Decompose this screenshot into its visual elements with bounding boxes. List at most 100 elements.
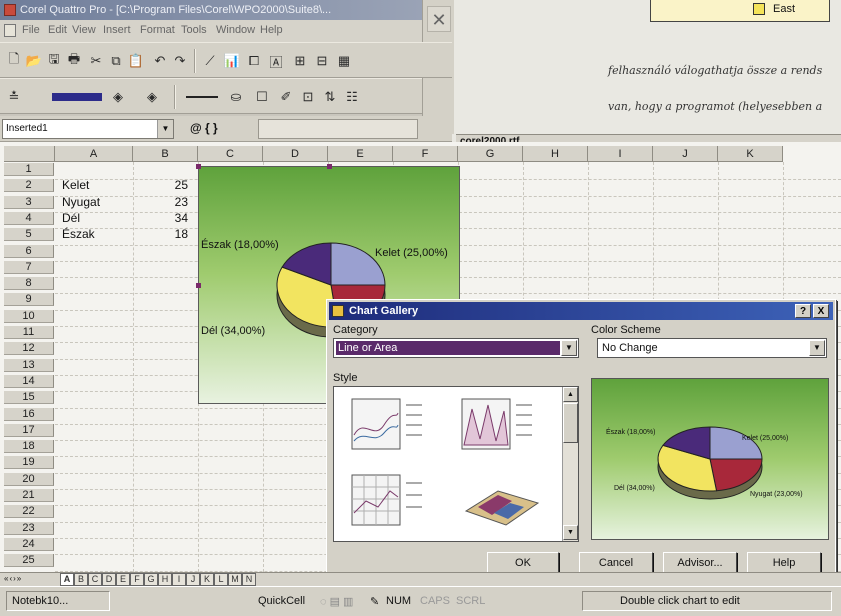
text-box-icon[interactable]: 🄰 (266, 51, 286, 71)
advisor-button[interactable]: Advisor... (663, 552, 737, 574)
sheet-tab[interactable]: A (60, 573, 74, 586)
column-header[interactable]: K (718, 146, 783, 162)
row-header[interactable]: 8 (4, 277, 54, 291)
menu-help[interactable]: Help (260, 24, 283, 36)
sheet-tab[interactable]: K (200, 573, 214, 586)
column-header[interactable]: E (328, 146, 393, 162)
sheet-tab[interactable]: C (88, 573, 102, 586)
column-header[interactable]: I (588, 146, 653, 162)
fill-color-bar[interactable] (52, 93, 102, 101)
paste-icon[interactable]: 📋 (126, 51, 146, 71)
row-header[interactable]: 10 (4, 309, 54, 323)
color-scheme-select[interactable]: No Change ▼ (597, 338, 827, 358)
chevron-down-icon[interactable]: ▼ (561, 340, 577, 356)
cell-value[interactable]: 23 (134, 195, 188, 209)
new-icon[interactable]: 🗋 (4, 51, 24, 71)
draw-icon[interactable]: ⟋ (200, 51, 220, 71)
row-header[interactable]: 17 (4, 423, 54, 437)
row-header[interactable]: 3 (4, 195, 54, 209)
column-header[interactable]: G (458, 146, 523, 162)
fill-pattern-icon[interactable]: ◈ (108, 87, 128, 107)
sheet-tab[interactable]: N (242, 573, 256, 586)
sheet-tab[interactable]: D (102, 573, 116, 586)
sort-icon[interactable]: ⇅ (320, 87, 340, 107)
row-header[interactable]: 9 (4, 293, 54, 307)
help-dialog-button[interactable]: Help (747, 552, 821, 574)
table-icon[interactable]: ⊡ (298, 87, 318, 107)
sheet-tab[interactable]: G (144, 573, 158, 586)
open-icon[interactable]: 📂 (24, 51, 44, 71)
menu-insert[interactable]: Insert (103, 24, 131, 36)
sheet-tab[interactable]: M (228, 573, 242, 586)
style-thumb-grid[interactable] (348, 471, 438, 531)
at-function-icon[interactable]: @ { } (190, 121, 218, 135)
line-style-icon[interactable] (186, 96, 218, 98)
column-header[interactable]: A (55, 146, 133, 162)
menu-view[interactable]: View (72, 24, 96, 36)
redo-icon[interactable]: ↷ (170, 51, 190, 71)
style-thumb-area[interactable] (458, 395, 548, 455)
menu-edit[interactable]: Edit (48, 24, 67, 36)
row-header[interactable]: 21 (4, 489, 54, 502)
close-button[interactable]: X (813, 304, 829, 318)
style-thumb-3d-area[interactable] (458, 471, 548, 531)
chart-icon[interactable]: 📊 (222, 51, 242, 71)
pen-icon[interactable]: ✐ (276, 87, 296, 107)
chevron-down-icon[interactable]: ▼ (809, 340, 825, 356)
row-header[interactable]: 18 (4, 440, 54, 454)
column-header[interactable]: D (263, 146, 328, 162)
cancel-button[interactable]: Cancel (579, 552, 653, 574)
style-scrollbar[interactable]: ▲ ▼ (562, 387, 578, 541)
chevron-down-icon[interactable]: ▼ (157, 120, 173, 138)
format-icon[interactable]: ☷ (342, 87, 362, 107)
row-header[interactable]: 12 (4, 342, 54, 356)
row-header[interactable]: 11 (4, 326, 54, 339)
scroll-thumb[interactable] (563, 403, 578, 443)
grid-icon[interactable]: ▦ (334, 51, 354, 71)
menu-tools[interactable]: Tools (181, 24, 207, 36)
row-header[interactable]: 4 (4, 211, 54, 225)
row-header[interactable]: 20 (4, 472, 54, 486)
column-header[interactable]: C (198, 146, 263, 162)
scroll-up-icon[interactable]: ▲ (563, 387, 578, 402)
save-icon[interactable]: 🖫 (44, 51, 64, 71)
style-gallery[interactable]: ▲ ▼ (333, 386, 579, 542)
scroll-down-icon[interactable]: ▼ (563, 525, 578, 540)
formula-input[interactable] (258, 119, 418, 139)
column-header[interactable]: H (523, 146, 588, 162)
cell-label[interactable]: Észak (62, 228, 95, 241)
cut-icon[interactable]: ✂ (86, 51, 106, 71)
row-header[interactable]: 7 (4, 260, 54, 274)
row-header[interactable]: 15 (4, 391, 54, 405)
sheet-tab[interactable]: E (116, 573, 130, 586)
style-thumb-line[interactable] (348, 395, 438, 455)
close-icon[interactable]: ✕ (427, 6, 451, 32)
row-header[interactable]: 23 (4, 521, 54, 535)
menu-window[interactable]: Window (216, 24, 255, 36)
row-header[interactable]: 2 (4, 179, 54, 193)
tab-scroll-arrows-icon[interactable]: «‹›» (4, 574, 22, 583)
category-select[interactable]: Line or Area ▼ (333, 338, 579, 358)
undo-icon[interactable]: ↶ (150, 51, 170, 71)
cell-value[interactable]: 25 (134, 179, 188, 192)
menu-format[interactable]: Format (140, 24, 175, 36)
cell-name-box[interactable]: Inserted1 ▼ (2, 119, 174, 139)
row-header[interactable]: 22 (4, 505, 54, 519)
row-header[interactable]: 24 (4, 537, 54, 551)
sheet-tab[interactable]: H (158, 573, 172, 586)
menu-file[interactable]: File (22, 24, 40, 36)
row-header[interactable]: 19 (4, 456, 54, 470)
sheet-tab[interactable]: I (172, 573, 186, 586)
row-header[interactable]: 5 (4, 228, 54, 242)
copy-icon[interactable]: ⧉ (106, 51, 126, 71)
cell-value[interactable]: 18 (134, 228, 188, 241)
row-header[interactable]: 1 (4, 163, 54, 176)
sheet-tab[interactable]: L (214, 573, 228, 586)
line-color-icon[interactable]: ◈ (142, 87, 162, 107)
cell-value[interactable]: 34 (134, 211, 188, 225)
column-header[interactable]: B (133, 146, 198, 162)
cell-label[interactable]: Nyugat (62, 195, 100, 209)
column-header[interactable]: F (393, 146, 458, 162)
ok-button[interactable]: OK (487, 552, 559, 574)
row-header[interactable]: 14 (4, 374, 54, 388)
